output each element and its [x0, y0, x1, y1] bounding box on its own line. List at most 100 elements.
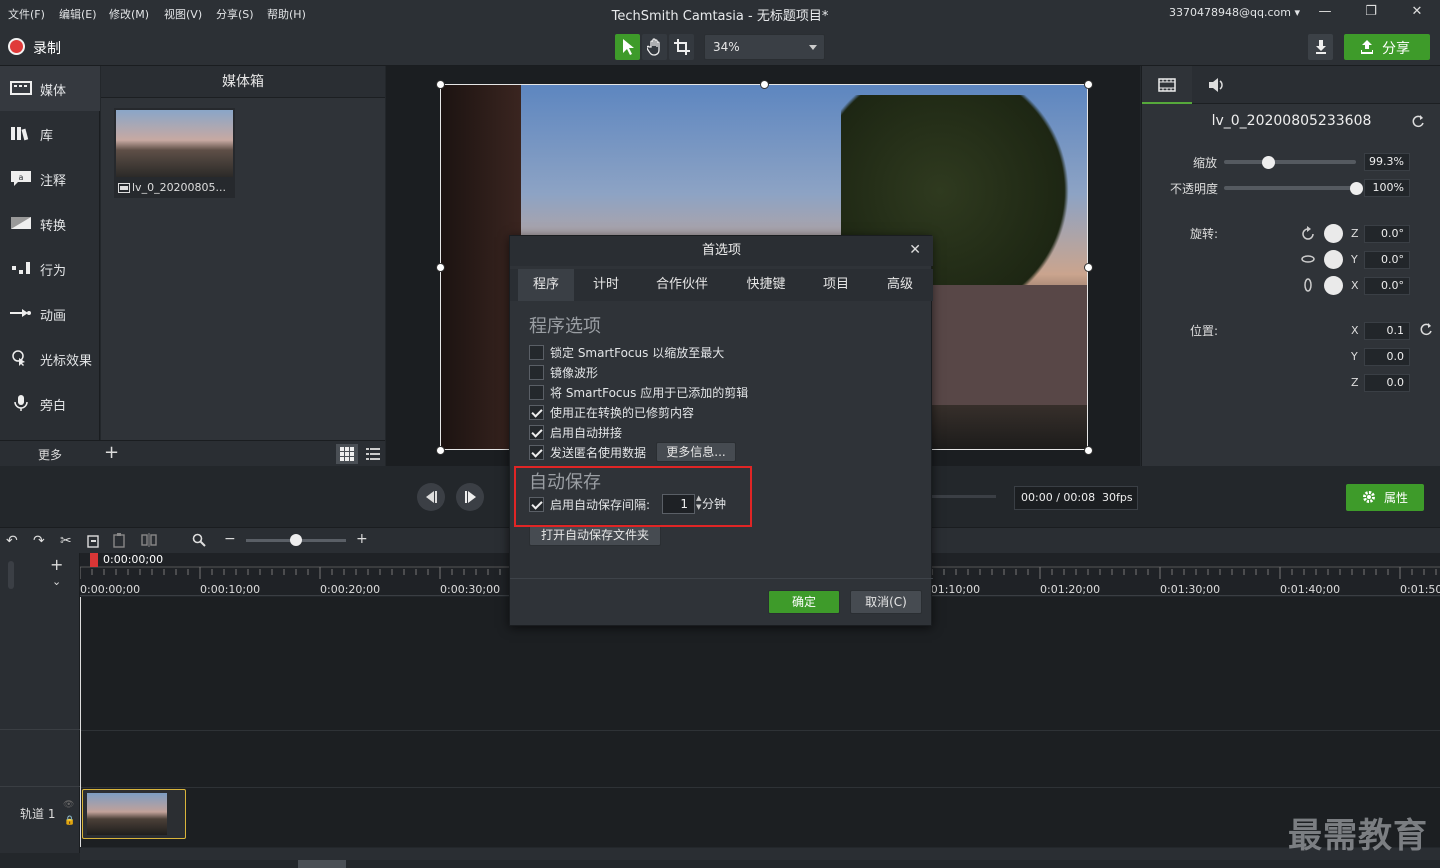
resize-handle-top[interactable]: [760, 80, 769, 89]
zoom-in-button[interactable]: +: [356, 531, 368, 547]
sidebar-item-media[interactable]: 媒体: [0, 66, 100, 111]
tab-project[interactable]: 项目: [806, 269, 866, 301]
add-track-button[interactable]: +: [50, 555, 63, 574]
tab-program[interactable]: 程序: [518, 269, 574, 301]
lock-icon[interactable]: 🔒: [64, 816, 75, 826]
menu-modify[interactable]: 修改(M): [109, 6, 149, 22]
rotation-x-dial[interactable]: [1324, 276, 1343, 295]
checkbox-mirror-waveform[interactable]: [529, 365, 544, 380]
sidebar-item-behaviors[interactable]: 行为: [0, 246, 100, 291]
grid-view-button[interactable]: [336, 444, 358, 464]
more-button[interactable]: 更多: [38, 446, 62, 463]
scale-value-field[interactable]: 99.3%: [1364, 153, 1410, 171]
scale-slider-knob[interactable]: [1261, 156, 1275, 169]
timeline-scrollbar[interactable]: [80, 848, 1440, 868]
rotation-y-field[interactable]: 0.0°: [1364, 251, 1410, 269]
timeline-zoom-knob[interactable]: [290, 534, 302, 546]
opacity-slider-knob[interactable]: [1350, 182, 1363, 195]
crop-tool-button[interactable]: [669, 34, 694, 60]
cut-icon[interactable]: ✂: [60, 533, 72, 549]
list-view-button[interactable]: [362, 444, 384, 464]
redo-icon[interactable]: ↷: [33, 533, 45, 549]
properties-button[interactable]: 属性: [1346, 484, 1424, 511]
paste-icon[interactable]: [113, 532, 127, 548]
rotation-z-field[interactable]: 0.0°: [1364, 225, 1410, 243]
resize-handle-top-left[interactable]: [436, 80, 445, 89]
split-icon[interactable]: [141, 533, 157, 547]
rotation-x-field[interactable]: 0.0°: [1364, 277, 1410, 295]
collapse-tracks-button[interactable]: ⌄: [52, 575, 61, 588]
reset-position-icon[interactable]: [1420, 323, 1433, 336]
scrollbar-thumb[interactable]: [298, 860, 346, 868]
menu-view[interactable]: 视图(V): [164, 6, 202, 22]
open-autosave-folder-button[interactable]: 打开自动保存文件夹: [529, 524, 661, 546]
resize-handle-left[interactable]: [436, 263, 445, 272]
zoom-value: 34%: [713, 40, 740, 54]
add-media-button[interactable]: +: [104, 442, 119, 463]
zoom-dropdown[interactable]: 34%: [704, 34, 825, 60]
ok-button[interactable]: 确定: [768, 590, 840, 614]
track-divider: [0, 729, 80, 730]
step-back-button[interactable]: [417, 483, 445, 511]
eye-icon[interactable]: 👁: [63, 800, 74, 810]
resize-handle-top-right[interactable]: [1084, 80, 1093, 89]
minimize-button[interactable]: —: [1310, 4, 1340, 24]
zoom-out-button[interactable]: −: [224, 531, 236, 547]
menu-share[interactable]: 分享(S): [216, 6, 254, 22]
position-z-field[interactable]: 0.0: [1364, 374, 1410, 392]
account-menu[interactable]: 3370478948@qq.com ▾: [1169, 6, 1300, 19]
sidebar-item-cursor-effects[interactable]: 光标效果: [0, 336, 100, 381]
menu-edit[interactable]: 编辑(E): [59, 6, 97, 22]
sidebar-item-library[interactable]: 库: [0, 111, 100, 156]
checkbox-apply-smartfocus[interactable]: [529, 385, 544, 400]
scrub-bar[interactable]: [932, 495, 996, 498]
checkbox-anonymous-data[interactable]: [529, 445, 544, 460]
download-button[interactable]: [1308, 34, 1333, 60]
account-email: 3370478948@qq.com: [1169, 6, 1291, 19]
restore-button[interactable]: ❐: [1356, 4, 1386, 24]
rotation-y-dial[interactable]: [1324, 250, 1343, 269]
close-icon[interactable]: ✕: [909, 242, 921, 258]
track-1-label[interactable]: 轨道 1: [20, 805, 55, 822]
opacity-slider[interactable]: [1224, 186, 1356, 190]
resize-handle-bottom-left[interactable]: [436, 446, 445, 455]
timeline-clip[interactable]: [82, 789, 186, 839]
playhead-marker[interactable]: [90, 553, 98, 567]
tab-shortcuts[interactable]: 快捷键: [728, 269, 804, 301]
scale-slider[interactable]: [1224, 160, 1356, 164]
opacity-value-field[interactable]: 100%: [1364, 179, 1410, 197]
tab-partners[interactable]: 合作伙伴: [638, 269, 726, 301]
pan-tool-button[interactable]: [642, 34, 667, 60]
position-x-field[interactable]: 0.1: [1364, 322, 1410, 340]
menu-file[interactable]: 文件(F): [8, 6, 45, 22]
play-button[interactable]: [456, 483, 484, 511]
cancel-button[interactable]: 取消(C): [850, 590, 922, 614]
tab-timing[interactable]: 计时: [576, 269, 636, 301]
zoom-search-icon[interactable]: [192, 533, 206, 547]
timeline-tracks[interactable]: [80, 597, 1440, 847]
menu-help[interactable]: 帮助(H): [267, 6, 306, 22]
sidebar-item-voice-narration[interactable]: 旁白: [0, 381, 100, 426]
position-y-field[interactable]: 0.0: [1364, 348, 1410, 366]
checkbox-trimmed-content[interactable]: [529, 405, 544, 420]
resize-handle-right[interactable]: [1084, 263, 1093, 272]
undo-icon[interactable]: ↶: [6, 533, 18, 549]
media-item[interactable]: lv_0_20200805...: [114, 108, 235, 198]
copy-icon[interactable]: [87, 533, 101, 548]
rotation-z-dial[interactable]: [1324, 224, 1343, 243]
share-button[interactable]: 分享: [1344, 34, 1430, 60]
reset-icon[interactable]: [1412, 115, 1425, 128]
checkbox-lock-smartfocus[interactable]: [529, 345, 544, 360]
tab-audio-properties[interactable]: [1192, 66, 1242, 104]
more-info-button[interactable]: 更多信息...: [656, 442, 736, 462]
sidebar-item-annotations[interactable]: a 注释: [0, 156, 100, 201]
tab-visual-properties[interactable]: [1142, 66, 1192, 104]
track-height-slider[interactable]: [8, 561, 14, 589]
resize-handle-bottom-right[interactable]: [1084, 446, 1093, 455]
tab-advanced[interactable]: 高级: [870, 269, 930, 301]
checkbox-auto-stitch[interactable]: [529, 425, 544, 440]
sidebar-item-animations[interactable]: 动画: [0, 291, 100, 336]
close-window-button[interactable]: ✕: [1402, 4, 1432, 24]
select-tool-button[interactable]: [615, 34, 640, 60]
sidebar-item-transitions[interactable]: 转换: [0, 201, 100, 246]
